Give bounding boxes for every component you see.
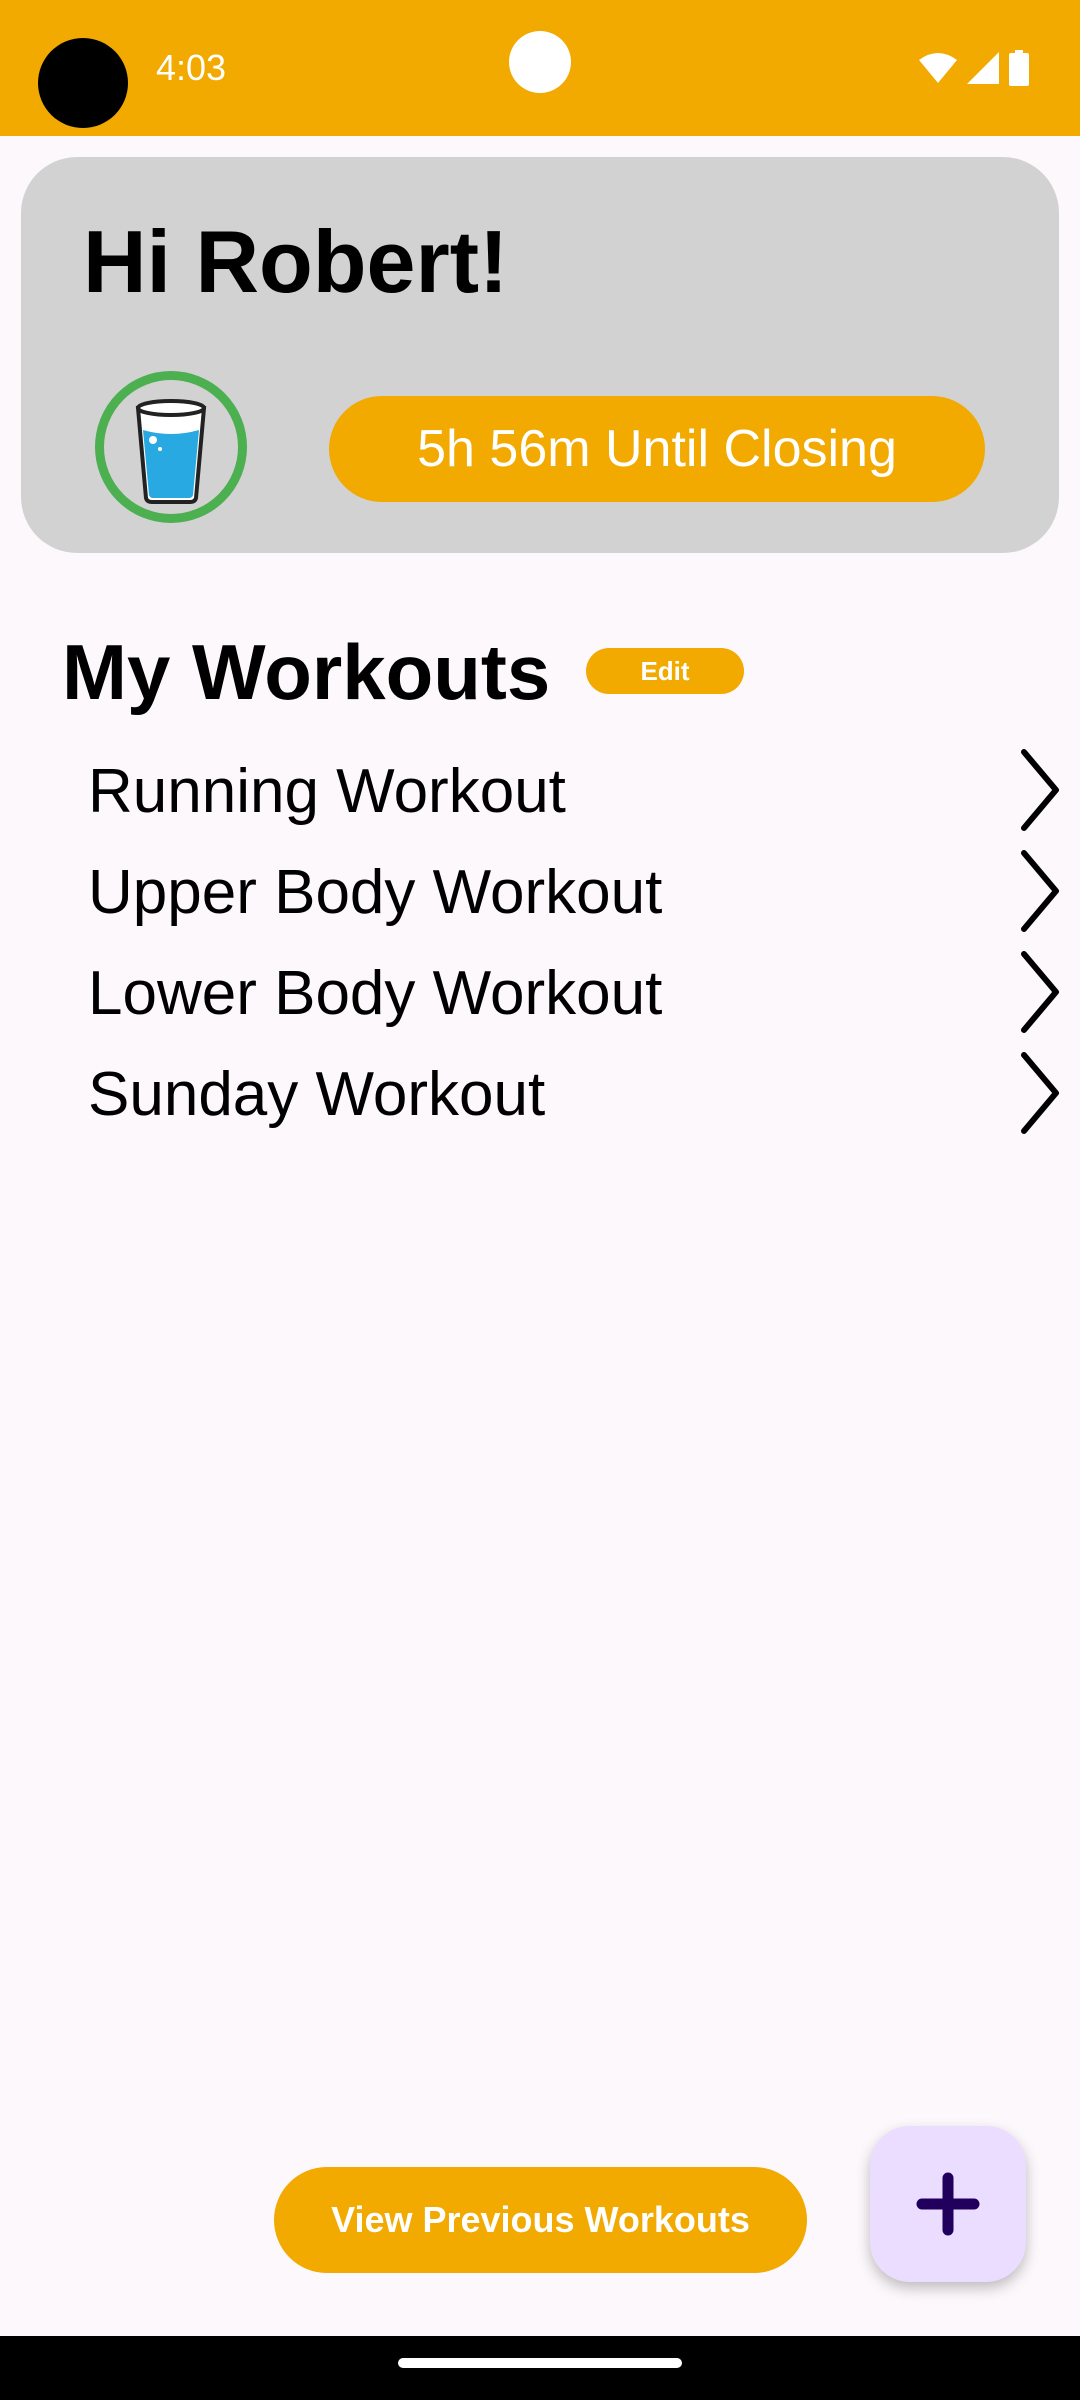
workout-list: Running Workout Upper Body Workout Lower… bbox=[0, 742, 1080, 1146]
status-bar: 4:03 bbox=[0, 0, 1080, 136]
chevron-right-icon bbox=[1021, 951, 1059, 1033]
closing-time-button[interactable]: 5h 56m Until Closing bbox=[329, 396, 985, 502]
workout-item-lower-body[interactable]: Lower Body Workout bbox=[0, 944, 1080, 1045]
workout-label: Upper Body Workout bbox=[88, 858, 663, 927]
status-icons bbox=[918, 48, 1030, 88]
workout-item-upper-body[interactable]: Upper Body Workout bbox=[0, 843, 1080, 944]
add-workout-button[interactable] bbox=[870, 2126, 1026, 2282]
greeting-card: Hi Robert! 5h 56m Until Closing bbox=[21, 157, 1059, 553]
edit-workouts-button[interactable]: Edit bbox=[586, 648, 744, 694]
chevron-right-icon bbox=[1021, 850, 1059, 932]
view-previous-workouts-button[interactable]: View Previous Workouts bbox=[274, 2167, 807, 2273]
water-glass-icon bbox=[135, 399, 207, 504]
workout-item-running[interactable]: Running Workout bbox=[0, 742, 1080, 843]
chevron-right-icon bbox=[1021, 1052, 1059, 1134]
workout-label: Sunday Workout bbox=[88, 1060, 546, 1129]
workout-label: Running Workout bbox=[88, 757, 566, 826]
status-time: 4:03 bbox=[156, 47, 227, 88]
chevron-right-icon bbox=[1021, 749, 1059, 831]
battery-icon bbox=[1009, 50, 1029, 86]
plus-icon bbox=[916, 2172, 980, 2236]
water-tracker-button[interactable] bbox=[95, 371, 247, 523]
home-gesture-handle[interactable] bbox=[398, 2358, 682, 2368]
camera-cutout bbox=[38, 38, 128, 128]
wifi-icon bbox=[919, 53, 957, 83]
workout-label: Lower Body Workout bbox=[88, 959, 663, 1028]
front-camera bbox=[509, 31, 571, 93]
navigation-bar bbox=[0, 2336, 1080, 2400]
cellular-signal-icon bbox=[967, 52, 999, 84]
my-workouts-title: My Workouts bbox=[62, 628, 551, 716]
greeting-title: Hi Robert! bbox=[83, 212, 509, 311]
workout-item-sunday[interactable]: Sunday Workout bbox=[0, 1045, 1080, 1146]
